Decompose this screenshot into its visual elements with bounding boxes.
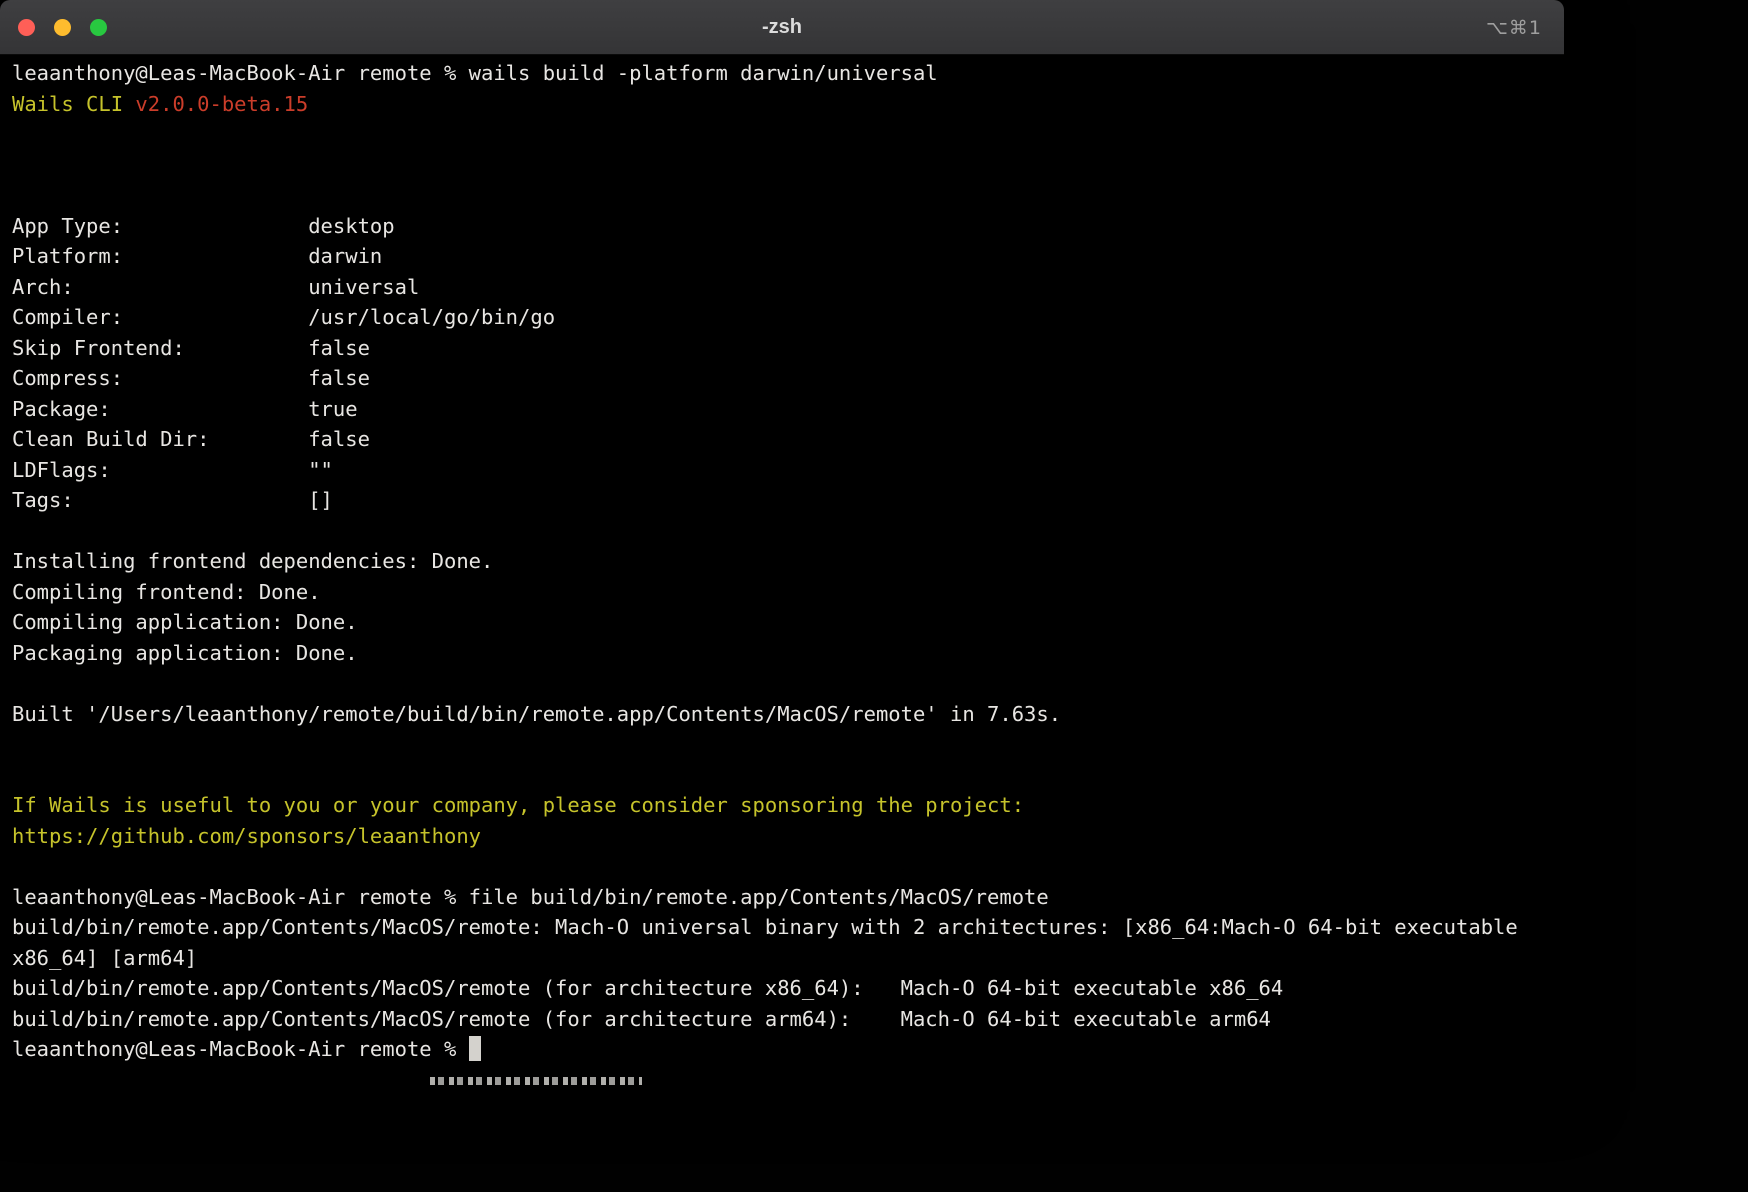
terminal-line [12, 729, 1552, 760]
terminal-text: Skip Frontend: false [12, 336, 370, 360]
terminal-text: leaanthony@Leas-MacBook-Air remote % wai… [12, 61, 938, 85]
terminal-text: Clean Build Dir: false [12, 427, 370, 451]
terminal-line [12, 760, 1552, 791]
terminal-line: leaanthony@Leas-MacBook-Air remote % wai… [12, 58, 1552, 89]
terminal-output[interactable]: leaanthony@Leas-MacBook-Air remote % wai… [0, 55, 1564, 1065]
terminal-line: Wails CLI v2.0.0-beta.15 [12, 89, 1552, 120]
terminal-line: build/bin/remote.app/Contents/MacOS/remo… [12, 1004, 1552, 1035]
terminal-text: Packaging application: Done. [12, 641, 358, 665]
terminal-text: leaanthony@Leas-MacBook-Air remote % [12, 1037, 469, 1061]
terminal-line: Package: true [12, 394, 1552, 425]
terminal-text: https://github.com/sponsors/leaanthony [12, 824, 481, 848]
terminal-line: Compiler: /usr/local/go/bin/go [12, 302, 1552, 333]
terminal-line: Arch: universal [12, 272, 1552, 303]
terminal-line: Compiling application: Done. [12, 607, 1552, 638]
tab-shortcut-label: ⌥⌘1 [1486, 0, 1542, 55]
terminal-line: Clean Build Dir: false [12, 424, 1552, 455]
terminal-text: Tags: [] [12, 488, 333, 512]
terminal-line: build/bin/remote.app/Contents/MacOS/remo… [12, 912, 1552, 943]
terminal-line: leaanthony@Leas-MacBook-Air remote % fil… [12, 882, 1552, 913]
terminal-line [12, 668, 1552, 699]
terminal-text: Installing frontend dependencies: Done. [12, 549, 493, 573]
terminal-text: x86_64] [arm64] [12, 946, 197, 970]
terminal-text: Built '/Users/leaanthony/remote/build/bi… [12, 702, 1061, 726]
terminal-line [12, 150, 1552, 181]
terminal-text: build/bin/remote.app/Contents/MacOS/remo… [12, 976, 1283, 1000]
terminal-line: build/bin/remote.app/Contents/MacOS/remo… [12, 973, 1552, 1004]
terminal-line: Platform: darwin [12, 241, 1552, 272]
terminal-line [12, 516, 1552, 547]
terminal-text: App Type: desktop [12, 214, 395, 238]
terminal-line: Skip Frontend: false [12, 333, 1552, 364]
terminal-text: If Wails is useful to you or your compan… [12, 793, 1024, 817]
clipped-background-glyphs [430, 1077, 642, 1085]
terminal-text: Compiling application: Done. [12, 610, 358, 634]
terminal-line: Compress: false [12, 363, 1552, 394]
terminal-text: v2.0.0-beta.15 [135, 92, 308, 116]
terminal-text: Compiler: /usr/local/go/bin/go [12, 305, 555, 329]
terminal-line: Tags: [] [12, 485, 1552, 516]
terminal-line [12, 180, 1552, 211]
terminal-cursor [469, 1036, 481, 1061]
terminal-line [12, 851, 1552, 882]
terminal-window: -zsh ⌥⌘1 leaanthony@Leas-MacBook-Air rem… [0, 0, 1564, 1070]
desktop: -zsh ⌥⌘1 leaanthony@Leas-MacBook-Air rem… [0, 0, 1748, 1192]
terminal-line: Packaging application: Done. [12, 638, 1552, 669]
terminal-text: Arch: universal [12, 275, 419, 299]
terminal-text: build/bin/remote.app/Contents/MacOS/remo… [12, 915, 1518, 939]
terminal-line: leaanthony@Leas-MacBook-Air remote % [12, 1034, 1552, 1065]
terminal-line: App Type: desktop [12, 211, 1552, 242]
terminal-text: LDFlags: "" [12, 458, 333, 482]
terminal-line: If Wails is useful to you or your compan… [12, 790, 1552, 821]
terminal-text: Compress: false [12, 366, 370, 390]
window-title: -zsh [0, 0, 1564, 55]
terminal-line: Built '/Users/leaanthony/remote/build/bi… [12, 699, 1552, 730]
terminal-text: Platform: darwin [12, 244, 382, 268]
terminal-line: Compiling frontend: Done. [12, 577, 1552, 608]
terminal-line: Installing frontend dependencies: Done. [12, 546, 1552, 577]
terminal-text: build/bin/remote.app/Contents/MacOS/remo… [12, 1007, 1271, 1031]
terminal-text: Package: true [12, 397, 358, 421]
terminal-line [12, 119, 1552, 150]
terminal-line: x86_64] [arm64] [12, 943, 1552, 974]
terminal-line: https://github.com/sponsors/leaanthony [12, 821, 1552, 852]
terminal-text: Wails CLI [12, 92, 135, 116]
terminal-text: leaanthony@Leas-MacBook-Air remote % fil… [12, 885, 1049, 909]
terminal-text: Compiling frontend: Done. [12, 580, 321, 604]
terminal-line: LDFlags: "" [12, 455, 1552, 486]
titlebar[interactable]: -zsh ⌥⌘1 [0, 0, 1564, 55]
